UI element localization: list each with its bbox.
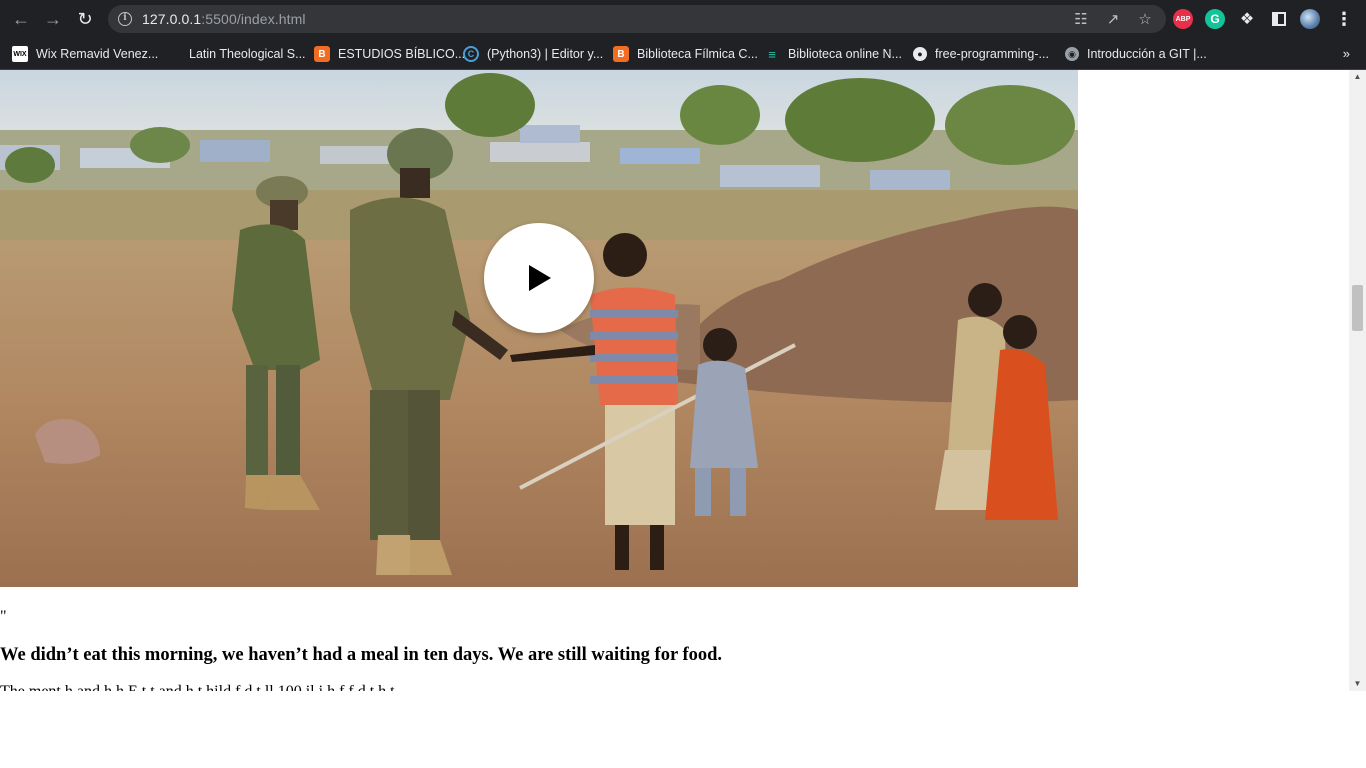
bookmark-item[interactable]: C (Python3) | Editor y...	[463, 43, 603, 65]
page-icon	[165, 46, 181, 62]
vertical-scrollbar[interactable]: ▲ ▼	[1349, 70, 1366, 691]
bookmark-label: Introducción a GIT |...	[1087, 47, 1207, 61]
back-icon[interactable]: ←	[8, 7, 34, 31]
bookmark-star-icon[interactable]: ☆	[1136, 10, 1154, 28]
address-bar[interactable]: i 127.0.0.1:5500/index.html ☷ ↗ ☆	[108, 5, 1166, 33]
bookmark-item[interactable]: WIX Wix Remavid Venez...	[12, 43, 158, 65]
article-body-partial: The ment h and h h E t t and h t hild f …	[0, 683, 395, 691]
scroll-thumb[interactable]	[1352, 285, 1363, 331]
page-viewport: " We didn’t eat this morning, we haven’t…	[0, 70, 1349, 691]
blogger-icon: B	[314, 46, 330, 62]
bookmark-label: Biblioteca online N...	[788, 47, 902, 61]
bookmark-item[interactable]: B Biblioteca Fílmica C...	[613, 43, 758, 65]
python-icon: C	[463, 46, 479, 62]
blogger-icon: B	[613, 46, 629, 62]
bookmark-item[interactable]: ◉ Introducción a GIT |...	[1065, 43, 1207, 65]
bookmark-label: (Python3) | Editor y...	[487, 47, 604, 61]
scroll-down-arrow-icon[interactable]: ▼	[1349, 677, 1366, 691]
play-icon	[529, 265, 551, 291]
bookmark-item[interactable]: ● free-programming-...	[913, 43, 1049, 65]
adblock-plus-icon[interactable]: ABP	[1173, 9, 1193, 29]
bookmarks-overflow-icon[interactable]: »	[1343, 46, 1350, 61]
globe-icon: ◉	[1065, 47, 1079, 61]
play-button[interactable]	[484, 223, 594, 333]
quote-headline: We didn’t eat this morning, we haven’t h…	[0, 645, 723, 665]
share-icon[interactable]: ↗	[1104, 10, 1122, 28]
github-icon: ●	[913, 47, 927, 61]
quote-mark: "	[0, 608, 7, 625]
bookmark-label: ESTUDIOS BÍBLICO...	[338, 47, 466, 61]
extensions-puzzle-icon[interactable]: ❖	[1237, 9, 1257, 29]
bookmark-item[interactable]: B ESTUDIOS BÍBLICO...	[314, 43, 465, 65]
bookmark-label: Wix Remavid Venez...	[36, 47, 159, 61]
forward-icon[interactable]: →	[40, 7, 66, 31]
scroll-up-arrow-icon[interactable]: ▲	[1349, 70, 1366, 84]
grammarly-label: G	[1210, 12, 1220, 26]
books-icon: ≡	[768, 46, 776, 62]
reload-icon[interactable]: ↻	[72, 7, 98, 31]
video-thumbnail[interactable]	[0, 70, 1078, 587]
bookmark-label: Biblioteca Fílmica C...	[637, 47, 758, 61]
bookmark-label: free-programming-...	[935, 47, 1049, 61]
side-panel-icon[interactable]	[1272, 12, 1286, 26]
url-text[interactable]: 127.0.0.1:5500/index.html	[142, 11, 306, 27]
url-path: :5500/index.html	[201, 11, 306, 27]
site-info-icon[interactable]: i	[118, 12, 132, 26]
browser-toolbar: ← → ↻ i 127.0.0.1:5500/index.html ☷ ↗ ☆ …	[0, 0, 1366, 38]
browser-menu-icon[interactable]: ⋮	[1334, 9, 1354, 29]
bookmarks-bar: WIX Wix Remavid Venez... Latin Theologic…	[0, 38, 1366, 70]
bookmark-item[interactable]: ≡ Biblioteca online N...	[764, 43, 902, 65]
url-host: 127.0.0.1	[142, 11, 202, 27]
bookmark-item[interactable]: Latin Theological S...	[165, 43, 306, 65]
grammarly-icon[interactable]: G	[1205, 9, 1225, 29]
wix-icon: WIX	[12, 46, 28, 62]
bookmark-label: Latin Theological S...	[189, 47, 306, 61]
translate-icon[interactable]: ☷	[1072, 10, 1090, 28]
adblock-label: ABP	[1175, 15, 1191, 23]
profile-avatar[interactable]	[1300, 9, 1320, 29]
blank-area	[0, 691, 1366, 768]
